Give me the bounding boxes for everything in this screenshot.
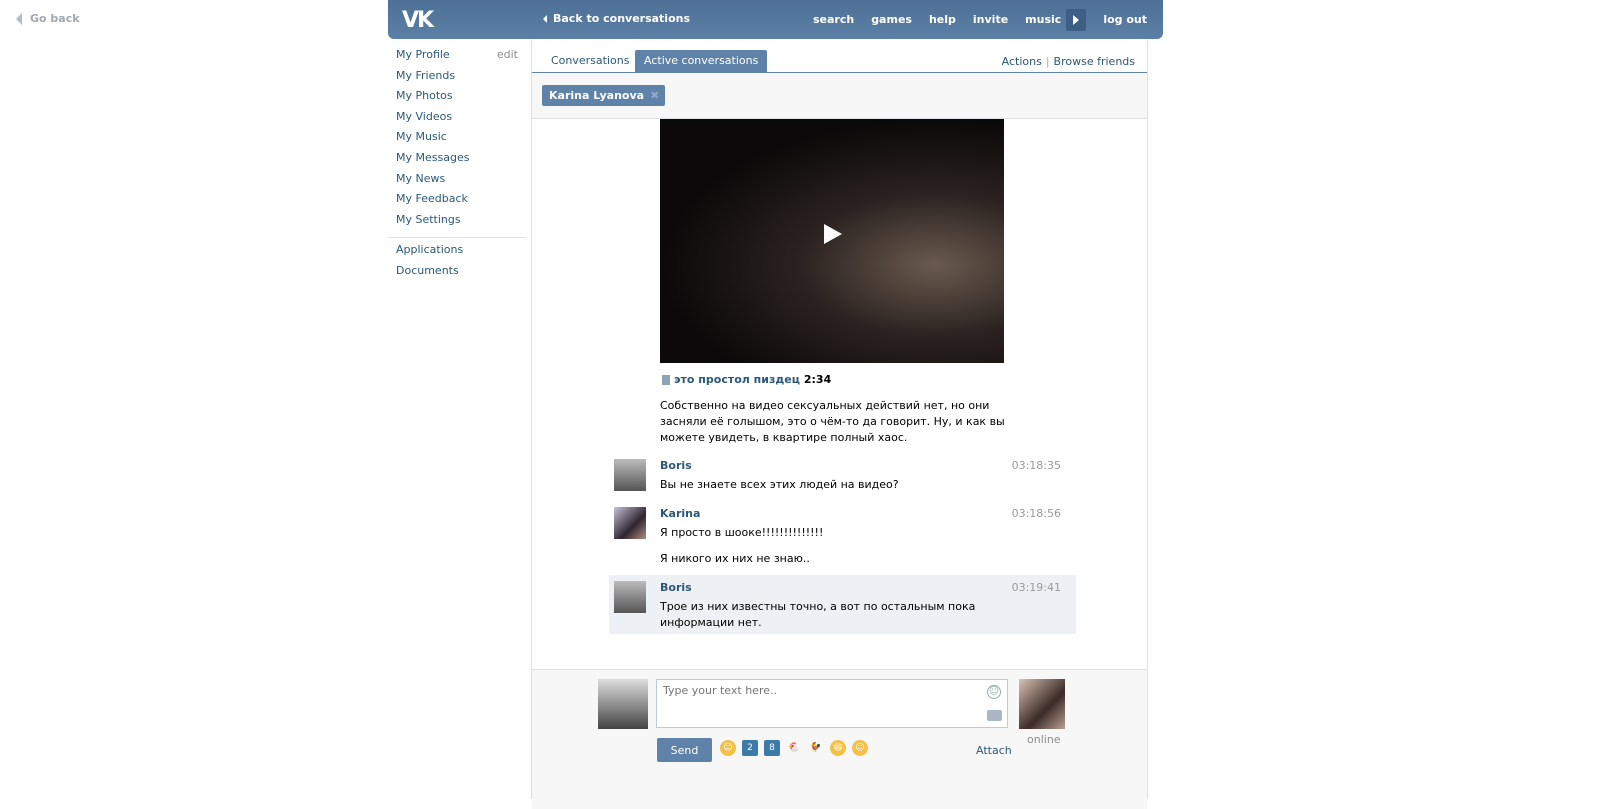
emoji-rooster-icon[interactable]: 🐓 [808, 740, 824, 756]
go-back-label: Go back [30, 12, 80, 25]
sidebar-item-label: Applications [396, 243, 464, 257]
smiley-icon[interactable]: ☺ [987, 685, 1001, 699]
sidebar: My Profile edit My Friends My Photos My V… [388, 47, 526, 284]
message: Boris 03:18:35 Вы не знаете всех этих лю… [609, 453, 1076, 499]
compose-area: ☺ online Send ☺ 2 8 🐔 🐓 😄 ☺ Attach [532, 669, 1147, 809]
message-text: Трое из них известны точно, а вот по ост… [660, 600, 976, 629]
sidebar-item-news[interactable]: My News [388, 171, 526, 192]
avatar[interactable] [614, 507, 646, 539]
message-time: 03:18:56 [1011, 507, 1061, 520]
sender-name[interactable]: Karina [660, 507, 1071, 521]
sender-name[interactable]: Boris [660, 459, 1071, 473]
message-text: Собственно на видео сексуальных действий… [660, 399, 1005, 444]
music-play-button[interactable] [1066, 8, 1087, 31]
message-text: Я никого их них не знаю.. [660, 552, 810, 565]
top-header: VK Back to conversations search games he… [388, 0, 1163, 39]
emoji-blush-icon[interactable]: ☺ [852, 740, 868, 756]
sidebar-item-messages[interactable]: My Messages [388, 150, 526, 171]
send-button[interactable]: Send [657, 738, 712, 762]
video-thumbnail[interactable] [660, 119, 1004, 363]
my-avatar[interactable] [598, 679, 648, 729]
emoji-grin-icon[interactable]: 😄 [830, 740, 846, 756]
sidebar-item-friends[interactable]: My Friends [388, 68, 526, 89]
nav-invite[interactable]: invite [973, 13, 1008, 26]
emoji-bar: ☺ 2 8 🐔 🐓 😄 ☺ [720, 740, 868, 756]
nav-games[interactable]: games [871, 13, 912, 26]
sidebar-item-label: My News [396, 171, 446, 185]
sidebar-divider [388, 237, 526, 239]
go-back-link[interactable]: Go back [16, 12, 80, 25]
back-to-conversations-link[interactable]: Back to conversations [543, 12, 690, 25]
sidebar-item-videos[interactable]: My Videos [388, 109, 526, 130]
sidebar-item-label: My Photos [396, 89, 453, 103]
message: Boris 03:19:41 Трое из них известны точн… [609, 575, 1076, 634]
peer-avatar[interactable] [1019, 679, 1065, 729]
message-time: 03:18:35 [1011, 459, 1061, 472]
sidebar-item-music[interactable]: My Music [388, 129, 526, 150]
sidebar-item-label: My Messages [396, 150, 470, 164]
sidebar-item-feedback[interactable]: My Feedback [388, 191, 526, 212]
tab-active-conversations[interactable]: Active conversations [635, 50, 768, 73]
video-title[interactable]: это простол пиздец 2:34 [662, 373, 831, 386]
emoji-chicken-icon[interactable]: 🐔 [786, 740, 802, 756]
avatar[interactable] [614, 581, 646, 613]
nav-music[interactable]: music [1025, 13, 1061, 26]
play-icon [1073, 14, 1080, 25]
avatar[interactable] [614, 459, 646, 491]
emoji-smile-icon[interactable]: ☺ [720, 740, 736, 756]
arrow-left-icon [16, 12, 22, 25]
film-icon [662, 374, 670, 385]
back-label: Back to conversations [553, 12, 691, 25]
sidebar-item-profile[interactable]: My Profile edit [388, 47, 526, 68]
sender-name[interactable]: Boris [660, 581, 1071, 595]
sidebar-item-applications[interactable]: Applications [388, 242, 526, 263]
message-input[interactable] [656, 679, 1008, 728]
arrow-left-icon [543, 14, 547, 23]
peer-name: Karina Lyanova [549, 89, 645, 102]
edit-profile-link[interactable]: edit [497, 47, 518, 68]
sidebar-item-label: My Settings [396, 212, 461, 226]
sidebar-item-settings[interactable]: My Settings [388, 212, 526, 233]
nav-search[interactable]: search [813, 13, 854, 26]
tab-conversations[interactable]: Conversations [542, 50, 638, 73]
sidebar-item-documents[interactable]: Documents [388, 263, 526, 284]
video-duration: 2:34 [803, 373, 832, 386]
peer-chip[interactable]: Karina Lyanova ✖ [542, 85, 666, 106]
emoji-8-icon[interactable]: 8 [764, 740, 780, 756]
nav-logout[interactable]: log out [1103, 13, 1147, 26]
top-nav: search games help invite music log out [813, 0, 1147, 39]
play-icon[interactable] [824, 224, 842, 244]
conversation-panel: Conversations Active conversations Actio… [531, 39, 1148, 809]
message-text: Вы не знаете всех этих людей на видео? [660, 478, 899, 491]
sidebar-item-label: My Feedback [396, 192, 468, 206]
message-time: 03:19:41 [1011, 581, 1061, 594]
actions-link[interactable]: Actions [1002, 55, 1042, 68]
emoji-2-icon[interactable]: 2 [742, 740, 758, 756]
online-status: online [1027, 733, 1061, 746]
sidebar-item-photos[interactable]: My Photos [388, 88, 526, 109]
peer-bar: Karina Lyanova ✖ [532, 73, 1147, 119]
sidebar-item-label: My Friends [396, 68, 456, 82]
video-title-text: это простол пиздец [674, 373, 800, 386]
tab-bar: Conversations Active conversations Actio… [532, 39, 1147, 73]
camera-icon[interactable] [987, 710, 1002, 721]
vk-logo[interactable]: VK [402, 8, 434, 33]
close-icon[interactable]: ✖ [650, 85, 659, 106]
sidebar-item-label: My Music [396, 130, 447, 144]
separator: | [1045, 55, 1050, 68]
attach-link[interactable]: Attach [976, 744, 1012, 757]
message-text: Я просто в шооке!!!!!!!!!!!!!! [660, 526, 824, 539]
browse-friends-link[interactable]: Browse friends [1054, 55, 1135, 68]
nav-help[interactable]: help [929, 13, 956, 26]
sidebar-item-label: My Profile [396, 48, 450, 61]
message: Karina 03:18:56 Я просто в шооке!!!!!!!!… [609, 501, 1076, 573]
sidebar-item-label: Documents [396, 263, 459, 277]
sidebar-item-label: My Videos [396, 109, 453, 123]
